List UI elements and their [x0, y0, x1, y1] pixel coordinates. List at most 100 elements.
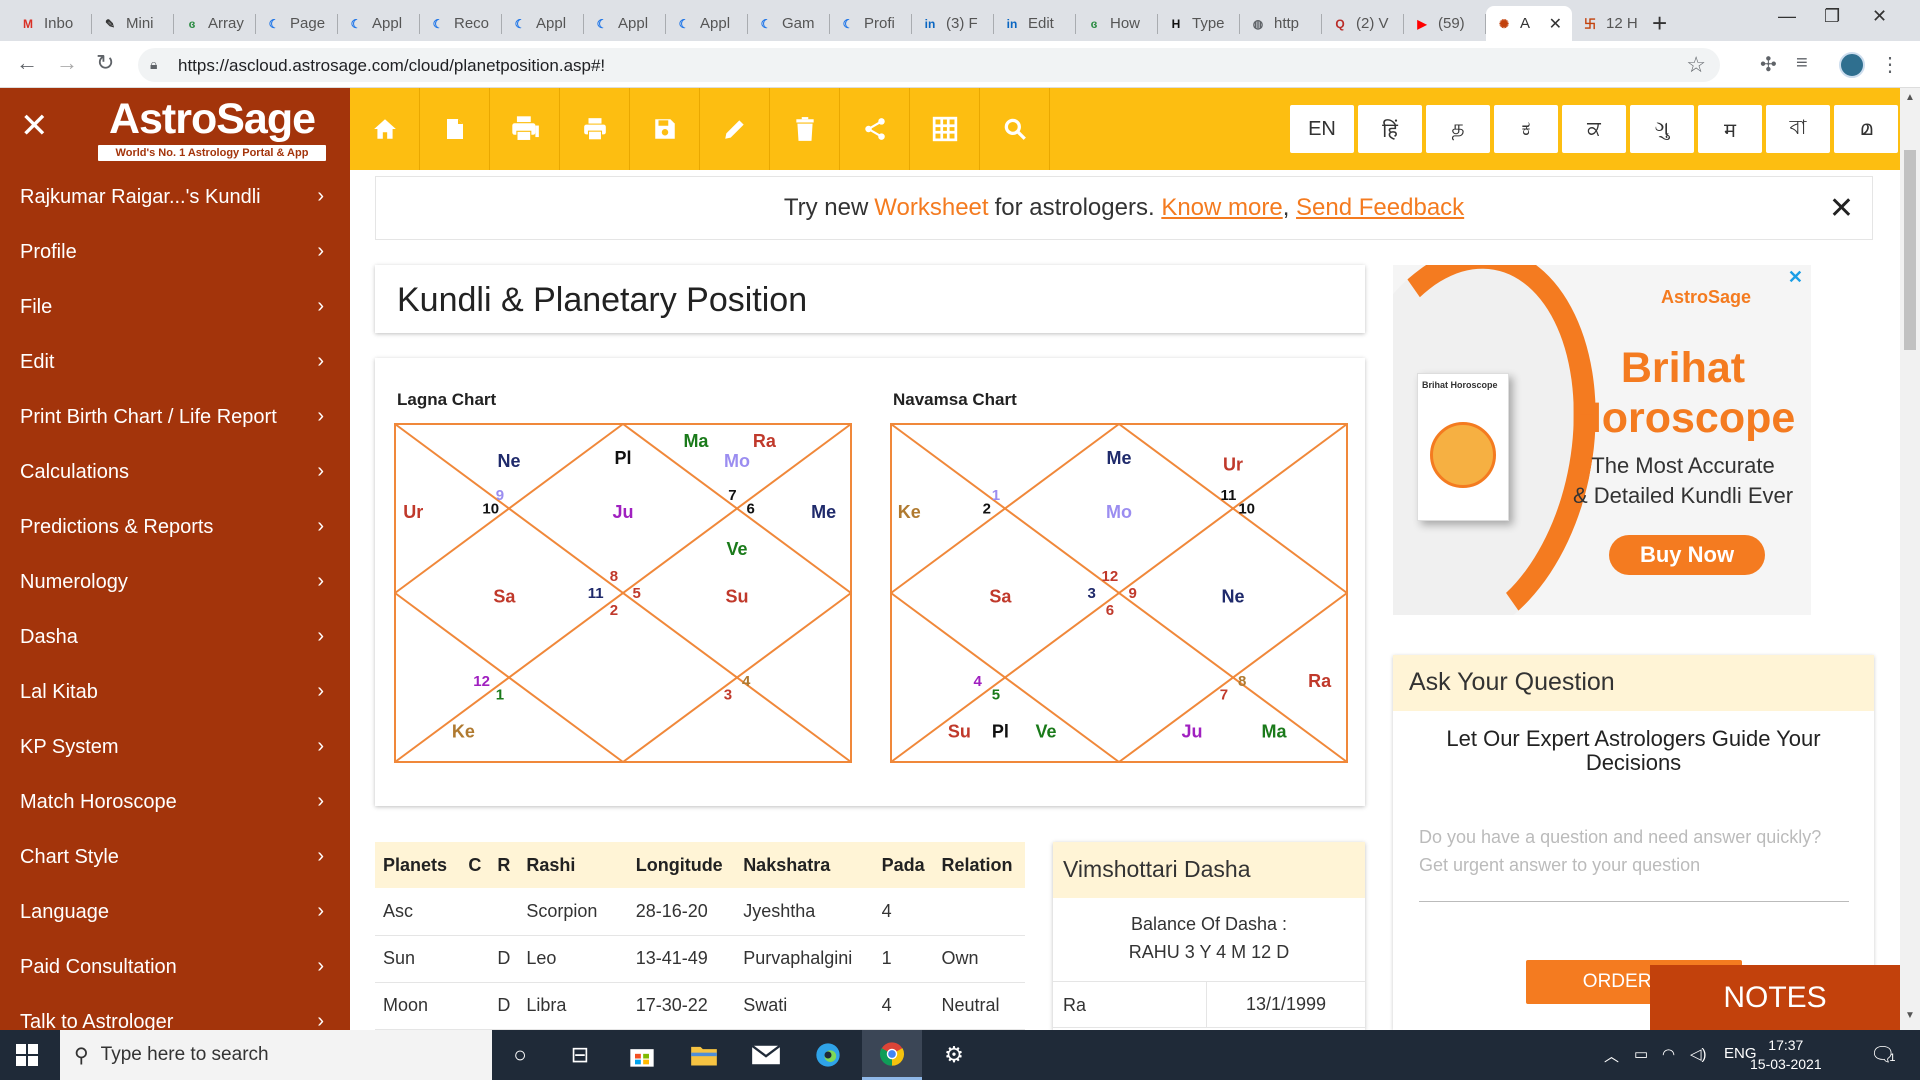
scroll-up-icon[interactable]: ▲: [1905, 92, 1915, 103]
cortana-icon[interactable]: ○: [490, 1030, 550, 1080]
worksheet-link[interactable]: Worksheet: [874, 194, 988, 222]
sidebar-item[interactable]: Language ›: [0, 885, 350, 940]
forward-icon[interactable]: →: [56, 50, 78, 76]
tray-chevron-icon[interactable]: ︿: [1604, 1045, 1619, 1066]
language-button[interactable]: EN: [1290, 105, 1354, 153]
close-tab-icon[interactable]: ✕: [1549, 14, 1562, 34]
windows-start-icon[interactable]: [16, 1044, 38, 1066]
language-button[interactable]: മ: [1834, 105, 1898, 153]
edit-icon[interactable]: [700, 88, 770, 170]
language-button[interactable]: हिं: [1358, 105, 1422, 153]
edge-icon[interactable]: [798, 1030, 858, 1080]
navamsa-chart[interactable]: Me Ur Ke Mo Sa Ne Ra Su Pl Ve Ju Ma 12 1110 12 3 96 45 87: [889, 422, 1349, 764]
bookmark-star-icon[interactable]: ☆: [1686, 52, 1706, 78]
print-multiple-icon[interactable]: [490, 88, 560, 170]
sidebar-item[interactable]: Talk to Astrologer ›: [0, 995, 350, 1030]
buy-now-button[interactable]: Buy Now: [1609, 535, 1765, 575]
language-button[interactable]: বা: [1766, 105, 1830, 153]
sidebar-item[interactable]: KP System ›: [0, 720, 350, 775]
sidebar-item[interactable]: Paid Consultation ›: [0, 940, 350, 995]
sidebar-item[interactable]: File ›: [0, 280, 350, 335]
scroll-down-icon[interactable]: ▼: [1905, 1010, 1915, 1021]
browser-tab[interactable]: ☾ Appl: [502, 6, 584, 41]
sidebar-item[interactable]: Print Birth Chart / Life Report ›: [0, 390, 350, 445]
mail-icon[interactable]: [736, 1030, 796, 1080]
settings-gear-icon[interactable]: ⚙: [924, 1030, 984, 1080]
sidebar-item[interactable]: Dasha ›: [0, 610, 350, 665]
sidebar-item[interactable]: Calculations ›: [0, 445, 350, 500]
browser-tab[interactable]: ɞ Array: [174, 6, 256, 41]
browser-tab[interactable]: ☾ Appl: [338, 6, 420, 41]
lagna-chart[interactable]: Ne PlMa RaMoUr Ju MeVeSa SuKe91076811 5212143: [393, 422, 853, 764]
language-button[interactable]: ಕ: [1494, 105, 1558, 153]
extensions-icon[interactable]: ✣: [1760, 52, 1777, 77]
sidebar-item[interactable]: Rajkumar Raigar...'s Kundli ›: [0, 170, 350, 225]
task-view-icon[interactable]: ⊟: [550, 1030, 610, 1080]
table-header[interactable]: Longitude: [627, 842, 736, 888]
browser-tab[interactable]: in (3) F: [912, 6, 994, 41]
table-header[interactable]: Pada: [873, 842, 934, 888]
table-header[interactable]: R: [489, 842, 519, 888]
table-header[interactable]: Rashi: [518, 842, 628, 888]
minimize-icon[interactable]: —: [1778, 6, 1796, 27]
browser-tab[interactable]: in Edit: [994, 6, 1076, 41]
table-header[interactable]: Planets: [375, 842, 461, 888]
know-more-link[interactable]: Know more: [1161, 194, 1282, 222]
notification-icon[interactable]: 🗨︎1: [1870, 1042, 1896, 1067]
profile-avatar[interactable]: [1839, 52, 1865, 78]
browser-tab[interactable]: 卐 12 H: [1572, 6, 1654, 41]
browser-tab[interactable]: ▶ (59): [1404, 6, 1486, 41]
table-header[interactable]: Relation: [933, 842, 1025, 888]
close-banner-icon[interactable]: ✕: [1829, 191, 1854, 226]
chrome-icon[interactable]: [862, 1030, 922, 1080]
dasha-row[interactable]: Ra 13/1/1999: [1053, 981, 1365, 1028]
browser-tab[interactable]: ✎ Mini: [92, 6, 174, 41]
reload-icon[interactable]: ↻: [96, 50, 114, 76]
browser-tab[interactable]: ☾ Appl: [584, 6, 666, 41]
media-control-icon[interactable]: ≡: [1796, 52, 1808, 75]
home-icon[interactable]: [350, 88, 420, 170]
battery-icon[interactable]: ▭: [1634, 1045, 1648, 1063]
language-button[interactable]: ગુ: [1630, 105, 1694, 153]
table-header[interactable]: Nakshatra: [735, 842, 874, 888]
volume-icon[interactable]: ◁): [1690, 1045, 1707, 1063]
language-button[interactable]: ਕ: [1562, 105, 1626, 153]
browser-tab[interactable]: ɞ How: [1076, 6, 1158, 41]
send-feedback-link[interactable]: Send Feedback: [1296, 194, 1464, 222]
astrosage-logo[interactable]: AstroSage World's No. 1 Astrology Portal…: [96, 96, 328, 161]
sidebar-item[interactable]: Edit ›: [0, 335, 350, 390]
store-icon[interactable]: [612, 1030, 672, 1080]
save-icon[interactable]: [630, 88, 700, 170]
close-icon[interactable]: ✕: [20, 106, 49, 146]
browser-tab[interactable]: M Inbo: [10, 6, 92, 41]
share-icon[interactable]: [840, 88, 910, 170]
browser-tab[interactable]: H Type: [1158, 6, 1240, 41]
sidebar-item[interactable]: Match Horoscope ›: [0, 775, 350, 830]
sidebar-item[interactable]: Chart Style ›: [0, 830, 350, 885]
sidebar-item[interactable]: Profile ›: [0, 225, 350, 280]
page-scrollbar[interactable]: ▲ ▼: [1900, 88, 1920, 1030]
maximize-icon[interactable]: ❐: [1824, 6, 1840, 27]
search-icon[interactable]: [980, 88, 1050, 170]
browser-tab[interactable]: ☾ Reco: [420, 6, 502, 41]
question-textarea[interactable]: Do you have a question and need answer q…: [1419, 823, 1849, 902]
notes-button[interactable]: NOTES: [1650, 965, 1900, 1030]
wifi-icon[interactable]: ◠: [1662, 1045, 1675, 1063]
new-tab-icon[interactable]: +: [1652, 8, 1667, 39]
scroll-thumb[interactable]: [1904, 150, 1916, 350]
url-text[interactable]: https://ascloud.astrosage.com/cloud/plan…: [178, 56, 605, 76]
language-button[interactable]: த: [1426, 105, 1490, 153]
back-icon[interactable]: ←: [16, 50, 38, 76]
language-button[interactable]: म: [1698, 105, 1762, 153]
sidebar-item[interactable]: Predictions & Reports ›: [0, 500, 350, 555]
browser-tab[interactable]: ◍ http: [1240, 6, 1322, 41]
browser-tab[interactable]: ☾ Page: [256, 6, 338, 41]
sidebar-item[interactable]: Numerology ›: [0, 555, 350, 610]
close-window-icon[interactable]: ✕: [1872, 6, 1887, 27]
browser-tab[interactable]: ☾ Appl: [666, 6, 748, 41]
taskbar-search[interactable]: ⚲ Type here to search: [60, 1030, 492, 1080]
browser-tab[interactable]: Q (2) V: [1322, 6, 1404, 41]
sidebar-item[interactable]: Lal Kitab ›: [0, 665, 350, 720]
grid-icon[interactable]: [910, 88, 980, 170]
new-file-icon[interactable]: [420, 88, 490, 170]
